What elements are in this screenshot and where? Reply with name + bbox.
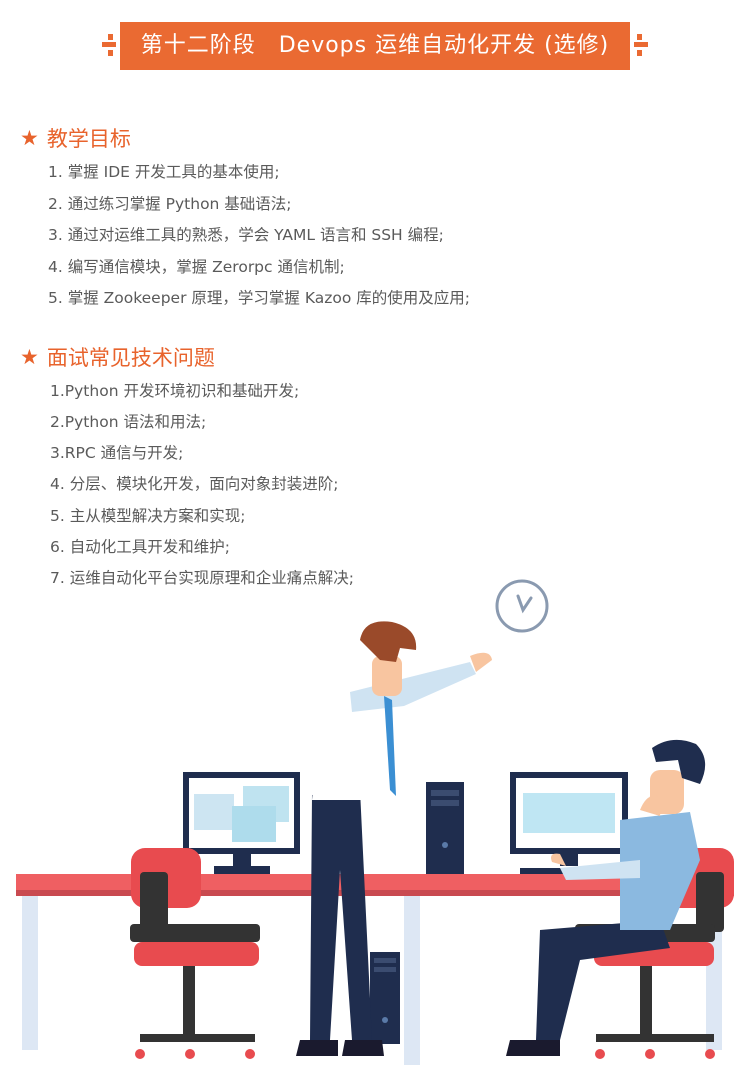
list-item: 4. 分层、模块化开发，面向对象封装进阶; <box>50 475 339 493</box>
list-item: 5. 主从模型解决方案和实现; <box>50 507 246 525</box>
banner-left-ornament <box>102 42 116 47</box>
teaching-goals-heading: ★ 教学目标 <box>20 123 131 153</box>
banner-left-ornament-tick2 <box>108 50 113 56</box>
stage-banner: 第十二阶段 Devops 运维自动化开发 (选修) <box>102 22 648 70</box>
list-item: 2.Python 语法和用法; <box>50 413 207 431</box>
desk-leg <box>22 890 38 1050</box>
interview-questions-heading: ★ 面试常见技术问题 <box>20 342 215 372</box>
list-item: 4. 编写通信模块，掌握 Zerorpc 通信机制; <box>48 258 345 276</box>
banner-title: 第十二阶段 Devops 运维自动化开发 (选修) <box>140 33 610 58</box>
clock-icon <box>495 579 549 633</box>
list-item: 1. 掌握 IDE 开发工具的基本使用; <box>48 163 280 181</box>
banner-right-ornament <box>634 42 648 47</box>
monitor-right <box>510 772 628 874</box>
computer-tower <box>370 952 400 1044</box>
office-illustration <box>16 579 734 1065</box>
list-item: 6. 自动化工具开发和维护; <box>50 538 230 556</box>
banner-right-ornament-tick2 <box>637 50 642 56</box>
star-icon: ★ <box>20 125 39 150</box>
star-icon: ★ <box>20 344 39 369</box>
interview-questions-title: 面试常见技术问题 <box>46 346 215 370</box>
list-item: 1.Python 开发环境初识和基础开发; <box>50 382 300 400</box>
list-item: 2. 通过练习掌握 Python 基础语法; <box>48 195 292 213</box>
teaching-goals-title: 教学目标 <box>46 127 131 151</box>
desk-leg <box>404 890 420 1065</box>
list-item: 3. 通过对运维工具的熟悉，学会 YAML 语言和 SSH 编程; <box>48 226 444 244</box>
list-item: 5. 掌握 Zookeeper 原理，学习掌握 Kazoo 库的使用及应用; <box>48 289 470 307</box>
banner-right-ornament-tick <box>637 34 642 40</box>
list-item: 3.RPC 通信与开发; <box>50 444 184 462</box>
banner-left-ornament-tick <box>108 34 113 40</box>
